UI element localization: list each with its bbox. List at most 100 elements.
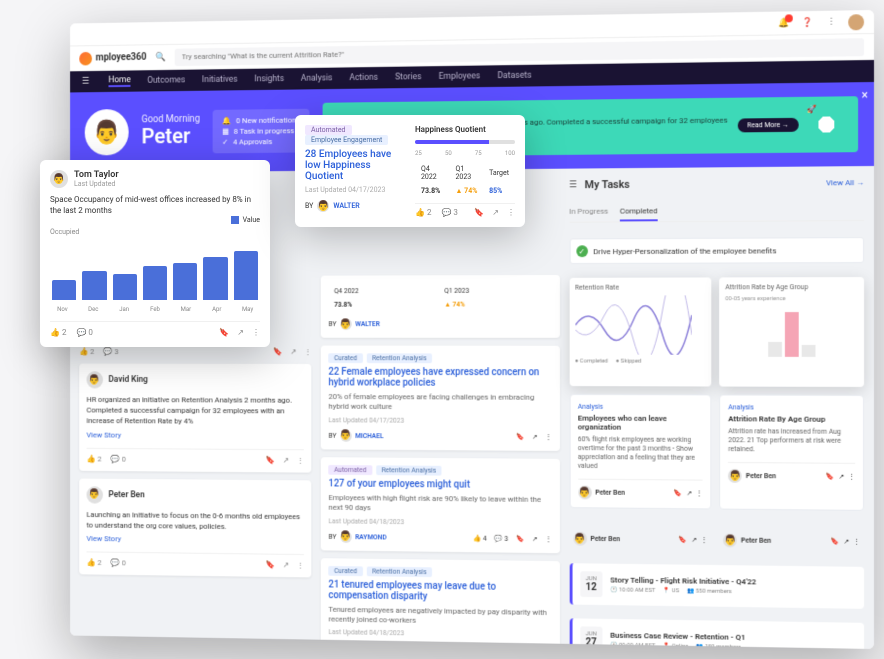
share-icon[interactable]: ↗ bbox=[492, 208, 499, 217]
nav-initiatives[interactable]: Initiatives bbox=[202, 75, 238, 85]
notification-badge bbox=[785, 14, 793, 22]
nav-actions[interactable]: Actions bbox=[349, 73, 378, 83]
nav-outcomes[interactable]: Outcomes bbox=[147, 76, 185, 86]
insight-title[interactable]: 22 Female employees have expressed conce… bbox=[328, 367, 551, 389]
more-icon[interactable]: ⋮ bbox=[545, 648, 552, 649]
more-icon[interactable]: ⋮ bbox=[297, 456, 304, 465]
share-icon[interactable]: ↗ bbox=[838, 473, 844, 481]
comment-action[interactable]: 💬 3 bbox=[494, 647, 508, 649]
more-icon[interactable]: ⋮ bbox=[701, 536, 708, 544]
hamburger-icon[interactable]: ☰ bbox=[79, 75, 92, 89]
nav-employees[interactable]: Employees bbox=[439, 71, 481, 81]
bookmark-icon[interactable]: 🔖 bbox=[274, 347, 283, 356]
progress-bar bbox=[415, 140, 515, 144]
feed-middle: Q4 2022Q1 202373.8%▲ 74% BY 👨WALTER Cura… bbox=[321, 179, 560, 649]
share-icon[interactable]: ↗ bbox=[843, 538, 849, 546]
like-action[interactable]: 👍 2 bbox=[415, 208, 431, 217]
more-icon[interactable]: ⋮ bbox=[507, 208, 515, 217]
share-icon[interactable]: ↗ bbox=[686, 490, 692, 498]
bell-icon[interactable]: 🔔 bbox=[777, 16, 791, 30]
comment-action[interactable]: 💬 0 bbox=[111, 558, 126, 567]
insight-card: CuratedRetention Analysis 22 Female empl… bbox=[321, 346, 560, 451]
bookmark-icon[interactable]: 🔖 bbox=[219, 328, 229, 337]
comment-action[interactable]: 💬 0 bbox=[111, 454, 126, 463]
help-icon[interactable]: ❓ bbox=[801, 15, 815, 29]
comment-action[interactable]: 💬 3 bbox=[441, 208, 457, 217]
retention-chart: Retention Rate ● Completed● Skipped bbox=[569, 277, 711, 386]
more-icon[interactable]: ⋮ bbox=[252, 328, 260, 337]
bookmark-icon[interactable]: 🔖 bbox=[826, 473, 835, 481]
more-icon[interactable]: ⋮ bbox=[848, 473, 855, 481]
bookmark-icon[interactable]: 🔖 bbox=[679, 536, 687, 544]
insight-title[interactable]: 21 tenured employees may leave due to co… bbox=[328, 579, 551, 604]
event-card[interactable]: JUN27 Business Case Review - Retention -… bbox=[569, 619, 864, 649]
insight-title[interactable]: 28 Employees have low Happiness Quotient bbox=[305, 149, 405, 182]
share-icon[interactable]: ↗ bbox=[290, 347, 296, 356]
attrition-chart: Attrition Rate by Age Group 00-05 years … bbox=[719, 277, 864, 387]
share-icon[interactable]: ↗ bbox=[283, 561, 289, 570]
share-icon[interactable]: ↗ bbox=[691, 536, 697, 544]
view-story-link[interactable]: View Story bbox=[87, 430, 122, 439]
comment-action[interactable]: 💬 3 bbox=[103, 347, 118, 356]
comment-action[interactable]: 💬 3 bbox=[494, 534, 508, 542]
bookmark-icon[interactable]: 🔖 bbox=[474, 208, 484, 217]
bookmark-icon[interactable]: 🔖 bbox=[516, 647, 524, 649]
like-action[interactable]: 👍 2 bbox=[87, 454, 102, 463]
read-more-button[interactable]: Read More → bbox=[737, 118, 798, 133]
author-avatar: 👨 bbox=[317, 200, 329, 212]
more-icon[interactable]: ⋮ bbox=[297, 561, 304, 570]
tag: Automated bbox=[328, 465, 372, 475]
share-icon[interactable]: ↗ bbox=[532, 535, 538, 543]
nav-analysis[interactable]: Analysis bbox=[301, 73, 333, 83]
view-all-link[interactable]: View All → bbox=[826, 178, 864, 187]
share-icon[interactable]: ↗ bbox=[283, 456, 289, 465]
close-banner-icon[interactable]: × bbox=[862, 88, 868, 102]
tag: Employee Engagement bbox=[305, 135, 388, 145]
author-avatar: 👨 bbox=[340, 430, 351, 442]
tag: Curated bbox=[328, 566, 362, 576]
bookmark-icon[interactable]: 🔖 bbox=[266, 560, 275, 569]
post-card: 👨David King HR organized an initiative o… bbox=[79, 364, 311, 473]
bar-chart bbox=[50, 236, 260, 306]
greeting: Good Morning Peter bbox=[142, 114, 200, 149]
tag: Automated bbox=[305, 125, 352, 135]
insight-title[interactable]: 127 of your employees might quit bbox=[328, 478, 551, 491]
like-action[interactable]: 👍 4 bbox=[473, 534, 487, 542]
author-avatar: 👨 bbox=[578, 486, 592, 500]
bookmark-icon[interactable]: 🔖 bbox=[516, 433, 524, 441]
bookmark-icon[interactable]: 🔖 bbox=[516, 535, 524, 543]
nav-home[interactable]: Home bbox=[108, 75, 130, 87]
nav-insights[interactable]: Insights bbox=[254, 74, 284, 84]
bookmark-icon[interactable]: 🔖 bbox=[831, 538, 840, 546]
event-date: JUN27 bbox=[580, 627, 603, 649]
more-icon[interactable]: ⋮ bbox=[304, 347, 311, 356]
like-action[interactable]: 👍 2 bbox=[87, 558, 102, 567]
more-icon[interactable]: ⋮ bbox=[696, 490, 703, 498]
view-story-link[interactable]: View Story bbox=[87, 534, 122, 543]
menu-dots-icon[interactable]: ⋮ bbox=[824, 15, 838, 29]
bookmark-icon[interactable]: 🔖 bbox=[266, 455, 275, 464]
nav-datasets[interactable]: Datasets bbox=[497, 71, 531, 81]
event-card[interactable]: JUN12 Story Telling - Flight Risk Initia… bbox=[569, 564, 864, 610]
comment-action[interactable]: 💬 0 bbox=[76, 328, 92, 337]
like-action[interactable]: 👍 2 bbox=[473, 647, 487, 649]
more-icon[interactable]: ⋮ bbox=[853, 538, 860, 546]
chart-x-labels: NovDecJanFebMarAprMay bbox=[50, 306, 260, 313]
task-item[interactable]: ✓ Drive Hyper-Personalization of the emp… bbox=[569, 237, 864, 264]
like-action[interactable]: 👍 2 bbox=[79, 347, 94, 356]
tab-in-progress[interactable]: In Progress bbox=[569, 207, 608, 222]
logo[interactable]: mployee360 bbox=[79, 51, 146, 65]
insight-card: Q4 2022Q1 202373.8%▲ 74% BY 👨WALTER bbox=[321, 275, 560, 338]
user-avatar[interactable] bbox=[848, 14, 864, 30]
bookmark-icon[interactable]: 🔖 bbox=[674, 490, 682, 498]
nav-stories[interactable]: Stories bbox=[395, 72, 422, 82]
share-icon[interactable]: ↗ bbox=[237, 328, 244, 337]
share-icon[interactable]: ↗ bbox=[532, 433, 538, 441]
more-icon[interactable]: ⋮ bbox=[545, 535, 552, 543]
more-icon[interactable]: ⋮ bbox=[545, 433, 552, 441]
share-icon[interactable]: ↗ bbox=[532, 648, 538, 649]
like-action[interactable]: 👍 2 bbox=[50, 328, 66, 337]
floating-post-tom: 👨Tom TaylorLast Updated Space Occupancy … bbox=[40, 160, 270, 347]
tab-completed[interactable]: Completed bbox=[620, 206, 658, 221]
insight-card: CuratedRetention Analysis 21 tenured emp… bbox=[321, 558, 560, 649]
